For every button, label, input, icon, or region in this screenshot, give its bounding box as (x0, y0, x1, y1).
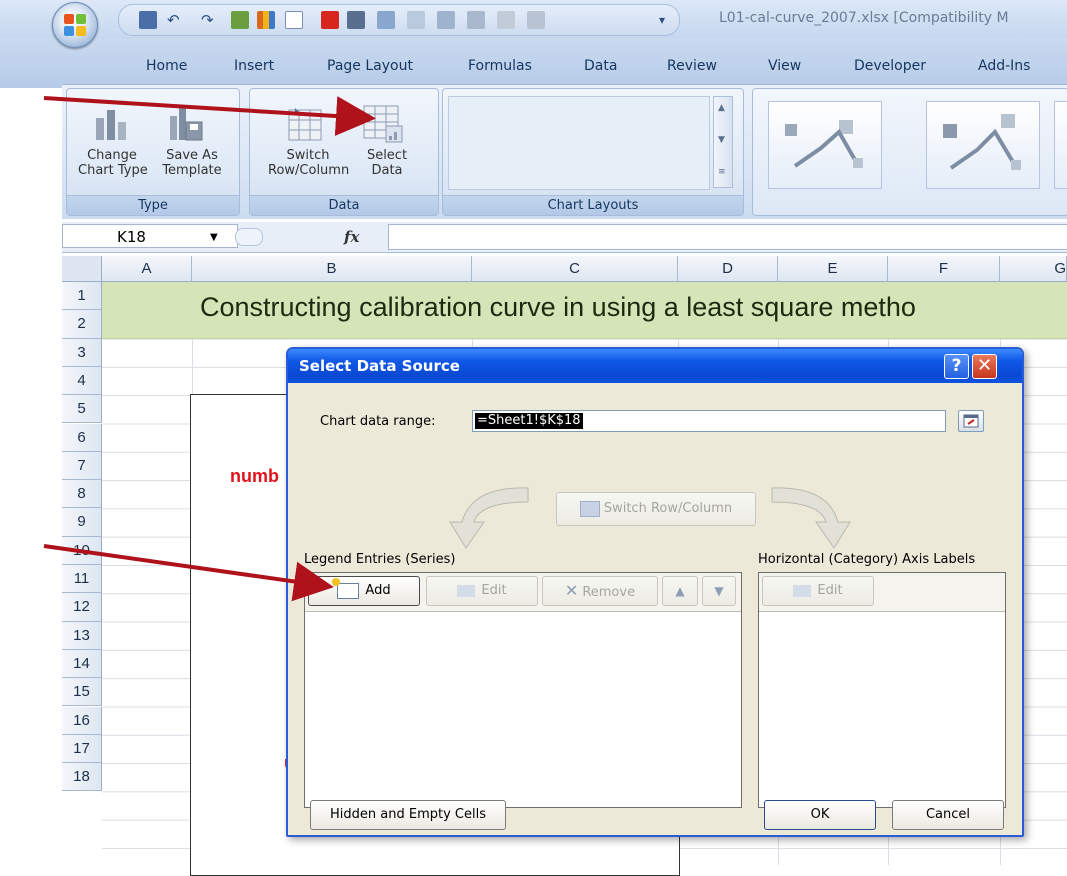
annotation-arrows (43, 96, 376, 602)
office-logo-icon (64, 14, 86, 36)
arrow-to-add-button (43, 544, 334, 602)
office-button[interactable] (52, 2, 98, 48)
arrow-to-select-data (43, 96, 376, 136)
